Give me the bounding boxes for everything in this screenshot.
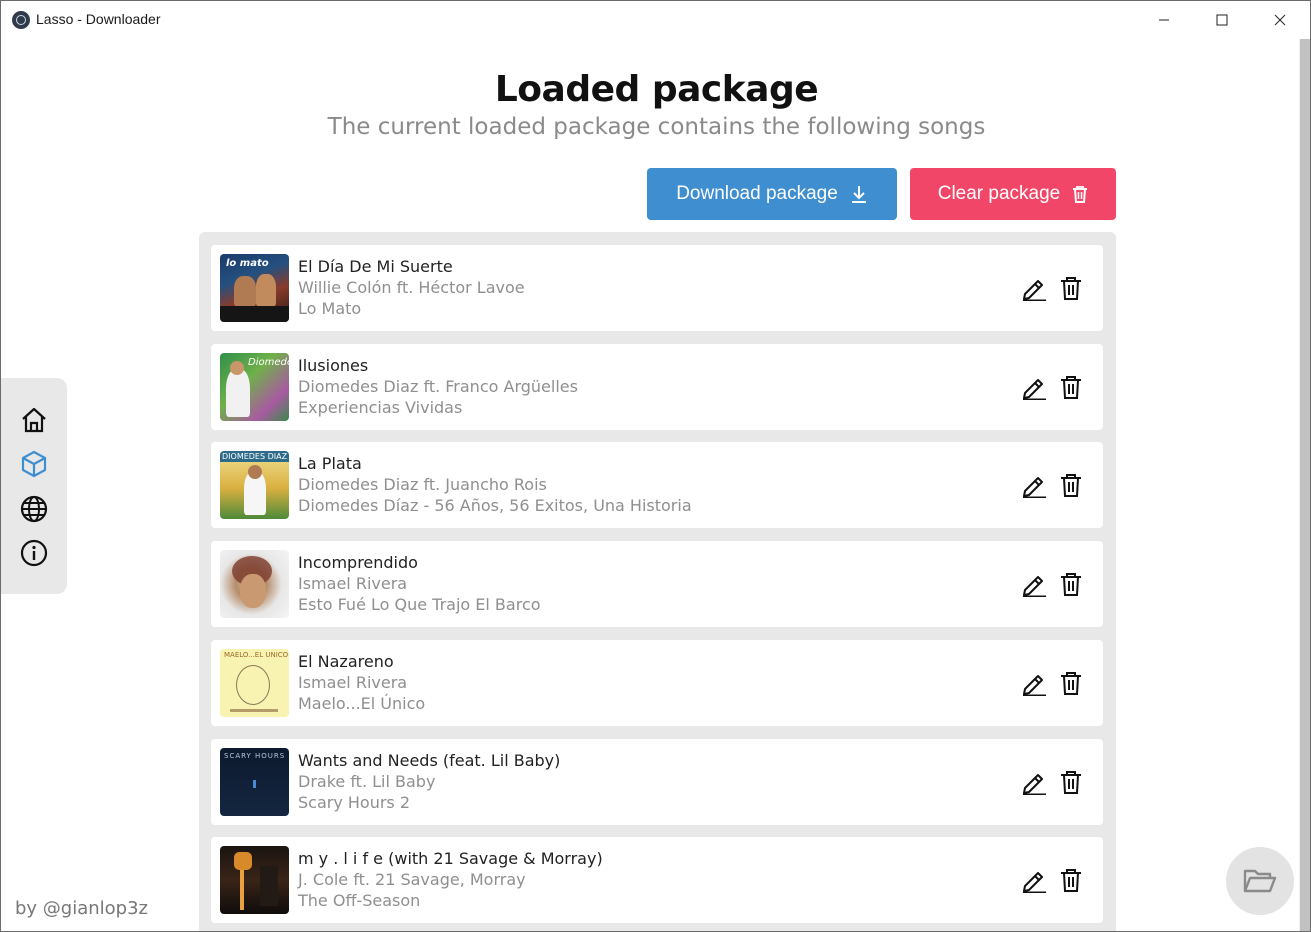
sidebar-item-world[interactable] (19, 494, 49, 524)
song-item: MAELO...EL UNICO El Nazareno Ismael Rive… (211, 640, 1103, 726)
song-item: DIOMEDES DIAZ La Plata Diomedes Diaz ft.… (211, 442, 1103, 528)
package-icon (21, 450, 47, 478)
sidebar-item-about[interactable] (19, 538, 49, 568)
app-logo-icon (12, 11, 30, 29)
song-title: Incomprendido (298, 553, 418, 572)
delete-song-button[interactable] (1057, 669, 1085, 697)
info-icon (20, 539, 48, 567)
song-album: Scary Hours 2 (298, 793, 411, 812)
song-item: Diomedes Ilusiones Diomedes Diaz ft. Fra… (211, 344, 1103, 430)
page-subtitle: The current loaded package contains the … (327, 114, 986, 140)
folder-open-icon (1243, 869, 1277, 893)
song-item: lo mato El Día De Mi Suerte Willie Colón… (211, 245, 1103, 331)
sidebar-item-home[interactable] (19, 405, 49, 435)
song-item: SCARY HOURS Wants and Needs (feat. Lil B… (211, 739, 1103, 825)
open-folder-button[interactable] (1226, 847, 1294, 915)
song-artist: Willie Colón ft. Héctor Lavoe (298, 278, 525, 297)
trash-icon (1061, 868, 1081, 892)
trash-icon (1061, 375, 1081, 399)
album-cover: SCARY HOURS (220, 748, 289, 816)
delete-song-button[interactable] (1057, 768, 1085, 796)
home-icon (22, 407, 46, 433)
minimize-icon (1159, 19, 1169, 21)
song-title: Ilusiones (298, 356, 369, 375)
song-album: Maelo...El Único (298, 694, 426, 713)
window-title: Lasso - Downloader (36, 11, 161, 27)
close-icon (1274, 14, 1286, 26)
song-album: Lo Mato (298, 299, 362, 318)
download-icon (851, 186, 866, 203)
trash-icon (1061, 572, 1081, 596)
song-artist: Drake ft. Lil Baby (298, 772, 436, 791)
minimize-button[interactable] (1135, 1, 1193, 39)
album-cover (220, 550, 289, 618)
maximize-button[interactable] (1193, 1, 1251, 39)
song-album: Esto Fué Lo Que Trajo El Barco (298, 595, 541, 614)
song-album: The Off-Season (298, 891, 421, 910)
app-window: Lasso - Downloader Loaded package The cu… (0, 0, 1311, 932)
pencil-icon (1023, 774, 1046, 795)
scrollbar-thumb[interactable] (1300, 39, 1310, 931)
page-title: Loaded package (494, 69, 819, 110)
clear-package-button[interactable]: Clear package (910, 168, 1116, 220)
song-artist: J. Cole ft. 21 Savage, Morray (298, 870, 526, 889)
song-album: Diomedes Díaz - 56 Años, 56 Exitos, Una … (298, 496, 692, 515)
song-artist: Diomedes Diaz ft. Juancho Rois (298, 475, 547, 494)
song-item: m y . l i f e (with 21 Savage & Morray) … (211, 837, 1103, 923)
pencil-icon (1023, 477, 1046, 498)
delete-song-button[interactable] (1057, 373, 1085, 401)
globe-icon (20, 495, 48, 523)
trash-icon (1061, 473, 1081, 497)
trash-icon (1073, 185, 1088, 203)
maximize-icon (1216, 14, 1228, 26)
song-album: Experiencias Vividas (298, 398, 463, 417)
edit-song-button[interactable] (1020, 274, 1048, 302)
sidebar-nav (1, 378, 67, 594)
song-title: La Plata (298, 454, 362, 473)
pencil-icon (1023, 280, 1046, 301)
close-button[interactable] (1251, 1, 1309, 39)
trash-icon (1061, 671, 1081, 695)
delete-song-button[interactable] (1057, 274, 1085, 302)
song-title: El Nazareno (298, 652, 394, 671)
delete-song-button[interactable] (1057, 570, 1085, 598)
sidebar-item-package[interactable] (19, 449, 49, 479)
song-title: Wants and Needs (feat. Lil Baby) (298, 751, 561, 770)
album-cover: DIOMEDES DIAZ (220, 451, 289, 519)
download-package-label: Download package (676, 183, 838, 204)
author-credit: by @gianlop3z (15, 898, 149, 919)
edit-song-button[interactable] (1020, 669, 1048, 697)
edit-song-button[interactable] (1020, 768, 1048, 796)
delete-song-button[interactable] (1057, 866, 1085, 894)
edit-song-button[interactable] (1020, 471, 1048, 499)
edit-song-button[interactable] (1020, 570, 1048, 598)
pencil-icon (1023, 379, 1046, 400)
download-package-button[interactable]: Download package (647, 168, 897, 220)
trash-icon (1061, 276, 1081, 300)
album-cover (220, 846, 289, 914)
edit-song-button[interactable] (1020, 373, 1048, 401)
album-cover: Diomedes (220, 353, 289, 421)
pencil-icon (1023, 576, 1046, 597)
song-item: Incomprendido Ismael Rivera Esto Fué Lo … (211, 541, 1103, 627)
song-artist: Diomedes Diaz ft. Franco Argüelles (298, 377, 578, 396)
title-bar: Lasso - Downloader (1, 1, 1310, 39)
trash-icon (1061, 770, 1081, 794)
edit-song-button[interactable] (1020, 866, 1048, 894)
clear-package-label: Clear package (937, 183, 1061, 204)
pencil-icon (1023, 872, 1046, 893)
song-title: m y . l i f e (with 21 Savage & Morray) (298, 849, 603, 868)
song-artist: Ismael Rivera (298, 574, 408, 593)
song-title: El Día De Mi Suerte (298, 257, 453, 276)
song-artist: Ismael Rivera (298, 673, 408, 692)
delete-song-button[interactable] (1057, 471, 1085, 499)
pencil-icon (1023, 675, 1046, 696)
album-cover: MAELO...EL UNICO (220, 649, 289, 717)
album-cover: lo mato (220, 254, 289, 322)
